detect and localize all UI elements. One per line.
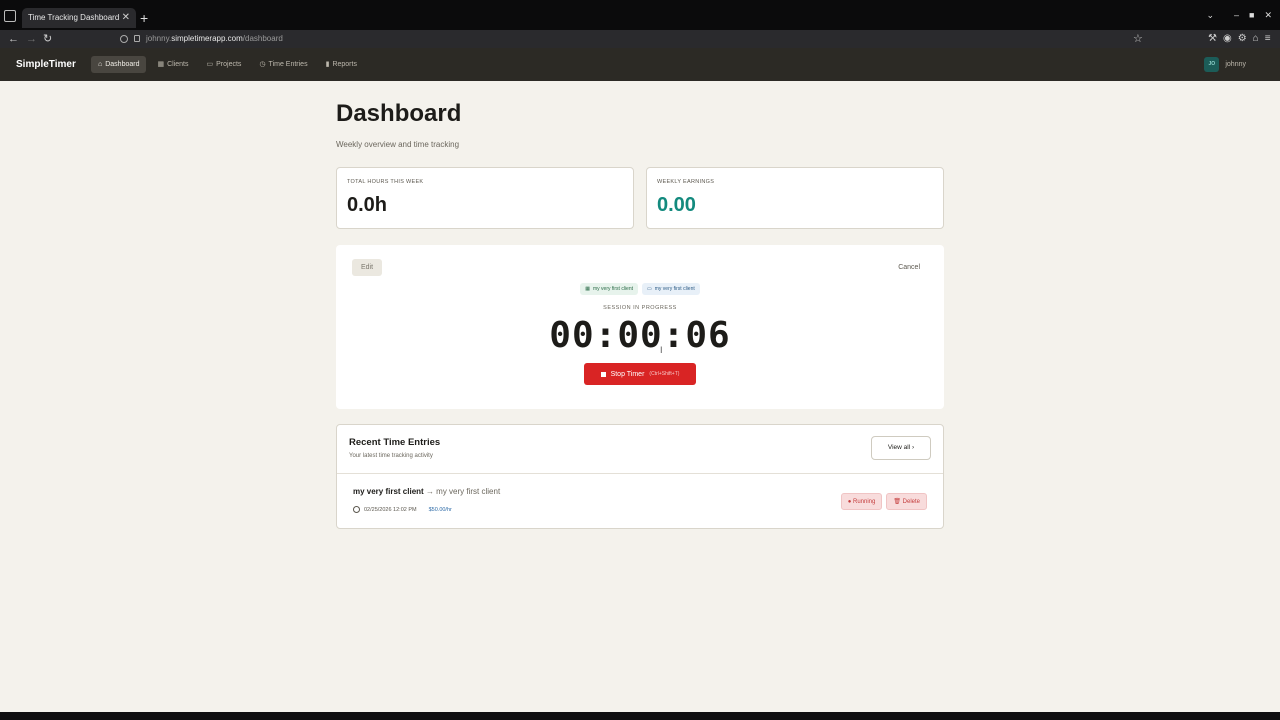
- nav-item-label: Reports: [332, 61, 357, 68]
- nav-item-dashboard[interactable]: ⌂ Dashboard: [91, 56, 147, 73]
- browser-toolbar: ← → ↻ johnny.simpletimerapp.com/dashboar…: [0, 30, 1280, 48]
- status-badge: ● Running: [840, 493, 883, 510]
- entry-client: my very first client: [353, 487, 424, 496]
- stop-icon: [600, 371, 606, 377]
- client-chip-label: my very first client: [592, 286, 633, 292]
- maximize-icon[interactable]: ■: [1249, 10, 1254, 21]
- delete-button[interactable]: 🗑 Delete: [886, 493, 927, 510]
- briefcase-icon: ▭: [647, 286, 652, 292]
- tools-icon[interactable]: ⚒: [1208, 31, 1217, 47]
- nav-item-reports[interactable]: ▮ Reports: [319, 56, 364, 73]
- project-chip-label: my very first client: [654, 286, 695, 292]
- close-tab-icon[interactable]: ✕: [122, 8, 130, 28]
- chevron-down-icon[interactable]: ⌄: [1206, 10, 1214, 21]
- browser-window: Time Tracking Dashboard ✕ + ⌄ – ■ ✕ ← → …: [0, 0, 1280, 720]
- stat-label: WEEKLY EARNINGS: [657, 179, 715, 185]
- status-label: Running: [853, 499, 876, 505]
- account-icon[interactable]: ◉: [1223, 31, 1232, 47]
- stat-card-earnings: WEEKLY EARNINGS 0.00: [646, 167, 944, 229]
- running-dot-icon: ●: [847, 499, 852, 505]
- new-tab-icon[interactable]: +: [140, 9, 148, 27]
- bookmark-star-icon[interactable]: ☆: [1133, 31, 1143, 47]
- text-cursor-icon: I: [660, 345, 663, 355]
- app-navbar: SimpleTimer ⌂ Dashboard ▦ Clients ▭ Proj…: [0, 48, 1280, 81]
- cancel-button[interactable]: Cancel: [898, 264, 920, 271]
- recent-entries-card: Recent Time Entries Your latest time tra…: [336, 424, 944, 529]
- session-status: SESSION IN PROGRESS: [603, 305, 677, 311]
- user-name: johnny: [1225, 61, 1246, 68]
- stop-timer-shortcut: (Ctrl+Shift+T): [649, 371, 680, 377]
- nav-item-label: Dashboard: [105, 61, 140, 68]
- nav-item-label: Clients: [167, 61, 189, 68]
- chevron-right-icon: ›: [911, 444, 915, 451]
- briefcase-icon: ▭: [206, 61, 214, 68]
- url-host: simpletimerapp.com: [171, 34, 243, 43]
- entry-actions: ● Running 🗑 Delete: [840, 493, 927, 510]
- project-chip: ▭ my very first client: [642, 283, 700, 295]
- client-chip: ▦ my very first client: [580, 283, 638, 295]
- entry-arrow: →: [425, 487, 434, 496]
- puzzle-icon[interactable]: ⌂: [1253, 31, 1259, 47]
- clock-icon: [353, 506, 360, 513]
- clock-icon: ◷: [259, 61, 266, 68]
- nav-items: ⌂ Dashboard ▦ Clients ▭ Projects ◷ Time …: [91, 56, 364, 73]
- tab-list-icon[interactable]: [4, 10, 16, 22]
- stat-card-hours: TOTAL HOURS THIS WEEK 0.0h: [336, 167, 634, 229]
- shield-icon[interactable]: [120, 35, 128, 43]
- url-path: /dashboard: [242, 34, 283, 43]
- nav-item-label: Projects: [216, 61, 242, 68]
- tab-title: Time Tracking Dashboard: [28, 13, 120, 22]
- entry-rate: $50.00/hr: [428, 506, 452, 513]
- menu-icon[interactable]: ≡: [1265, 31, 1271, 47]
- delete-label: Delete: [902, 499, 920, 505]
- brand-logo[interactable]: SimpleTimer: [16, 48, 76, 81]
- bar-chart-icon: ▮: [325, 61, 330, 68]
- stop-timer-button[interactable]: Stop Timer (Ctrl+Shift+T): [584, 363, 696, 385]
- timer-tags: ▦ my very first client ▭ my very first c…: [336, 283, 944, 295]
- entry-meta: 02/25/2026 12:02 PM $50.00/hr: [353, 506, 452, 513]
- back-icon[interactable]: ←: [8, 31, 19, 47]
- nav-item-projects[interactable]: ▭ Projects: [200, 56, 249, 73]
- reload-icon[interactable]: ↻: [43, 31, 52, 47]
- divider: [337, 473, 943, 474]
- entry-datetime: 02/25/2026 12:02 PM: [364, 506, 417, 513]
- bottom-bar: [0, 712, 1280, 720]
- lock-icon[interactable]: [134, 35, 140, 42]
- forward-icon[interactable]: →: [26, 31, 37, 47]
- user-menu[interactable]: JO johnny: [1204, 57, 1246, 72]
- recent-subtitle: Your latest time tracking activity: [349, 453, 433, 459]
- page-title: Dashboard: [336, 100, 462, 127]
- nav-item-time-entries[interactable]: ◷ Time Entries: [252, 56, 314, 73]
- entry-title[interactable]: my very first client → my very first cli…: [353, 487, 500, 496]
- tab-strip: Time Tracking Dashboard ✕ + ⌄ – ■ ✕: [0, 0, 1280, 30]
- stat-value: 0.0h: [347, 194, 388, 216]
- nav-item-label: Time Entries: [268, 61, 308, 68]
- view-all-label: View all: [887, 444, 911, 451]
- url-prefix: johnny.: [146, 34, 172, 43]
- timer-display: 00:00:06: [549, 315, 731, 356]
- edit-button[interactable]: Edit: [352, 259, 382, 276]
- stat-label: TOTAL HOURS THIS WEEK: [347, 179, 424, 185]
- entry-project: my very first client: [436, 487, 501, 496]
- home-icon: ⌂: [98, 61, 103, 68]
- close-window-icon[interactable]: ✕: [1264, 10, 1272, 21]
- nav-item-clients[interactable]: ▦ Clients: [150, 56, 195, 73]
- extensions-icon[interactable]: ⚙: [1238, 31, 1247, 47]
- stop-timer-label: Stop Timer: [610, 370, 645, 378]
- page-subtitle: Weekly overview and time tracking: [336, 140, 460, 149]
- stat-value: 0.00: [657, 194, 696, 216]
- browser-tab[interactable]: Time Tracking Dashboard ✕: [22, 8, 136, 28]
- trash-icon: 🗑: [893, 499, 901, 505]
- view-all-button[interactable]: View all ›: [871, 436, 931, 460]
- page-content: Dashboard Weekly overview and time track…: [0, 81, 1280, 712]
- recent-title: Recent Time Entries: [349, 437, 441, 448]
- avatar: JO: [1204, 57, 1220, 72]
- building-icon: ▦: [157, 61, 165, 68]
- address-bar[interactable]: johnny.simpletimerapp.com/dashboard: [116, 31, 1146, 47]
- minimize-icon[interactable]: –: [1234, 10, 1239, 21]
- building-icon: ▦: [585, 286, 590, 292]
- window-controls: – ■ ✕: [1234, 10, 1272, 21]
- extensions-area: ⚒ ◉ ⚙ ⌂ ≡: [1208, 31, 1271, 47]
